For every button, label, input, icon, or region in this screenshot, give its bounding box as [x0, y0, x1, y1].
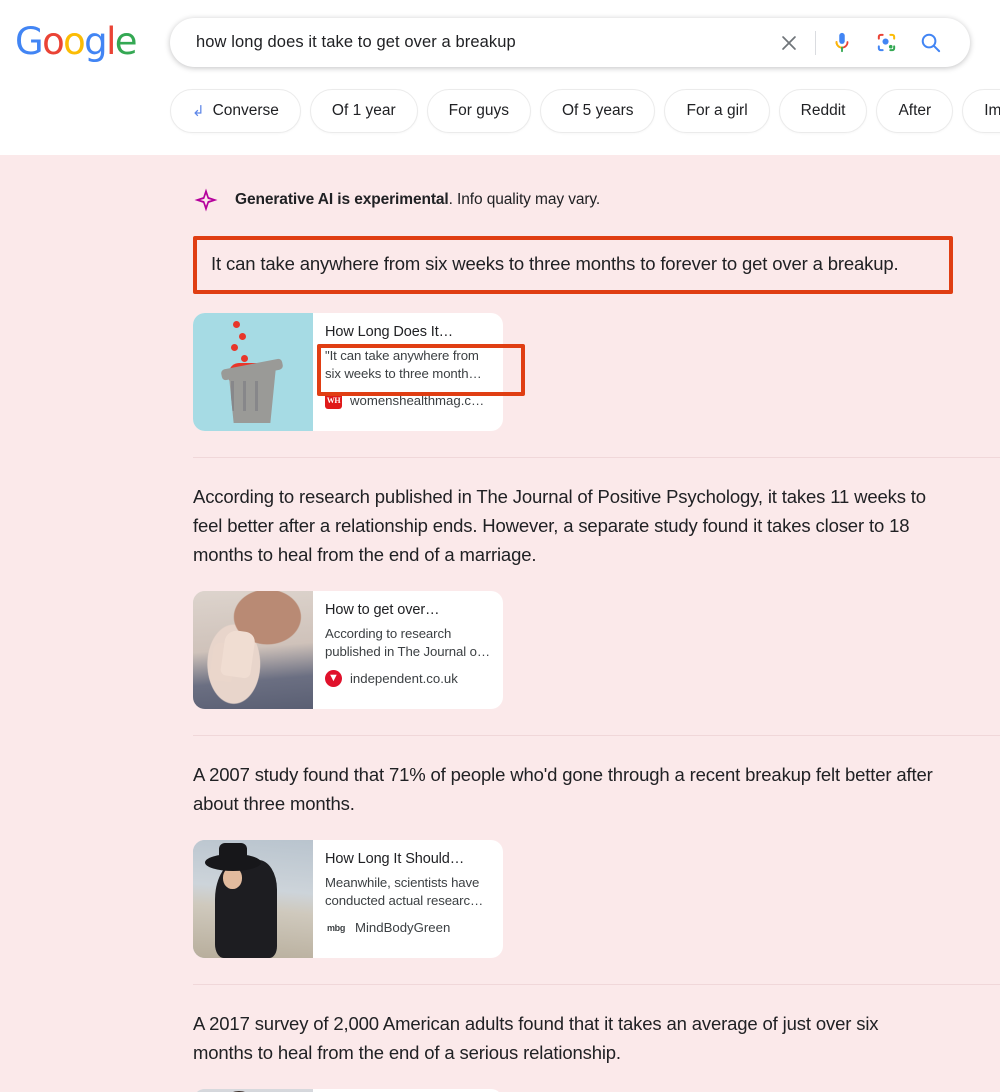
- ai-answer-text: It can take anywhere from six weeks to t…: [211, 253, 899, 274]
- card-thumbnail: [193, 591, 313, 709]
- chip-images[interactable]: Images: [962, 89, 1000, 133]
- chip-label: Reddit: [800, 102, 846, 119]
- ai-answer-annotation-box: It can take anywhere from six weeks to t…: [193, 236, 953, 294]
- ai-answer-wrapper: It can take anywhere from six weeks to t…: [193, 236, 953, 294]
- card-snippet: According to research published in The J…: [325, 626, 490, 659]
- arrow-turn-icon: ↲: [192, 102, 205, 120]
- chip-of-5-years[interactable]: Of 5 years: [539, 89, 656, 133]
- chip-for-a-girl[interactable]: For a girl: [664, 89, 770, 133]
- ai-overview-panel: Generative AI is experimental. Info qual…: [0, 155, 1000, 1092]
- search-header: Google how long does it take to get over…: [0, 0, 1000, 155]
- ai-paragraph: A 2007 study found that 71% of people wh…: [193, 764, 933, 814]
- card-body: How Long It Should… Meanwhile, scientist…: [313, 840, 503, 958]
- chip-label: Converse: [212, 102, 279, 119]
- chip-after[interactable]: After: [876, 89, 954, 133]
- ai-paragraph: A 2017 survey of 2,000 American adults f…: [193, 1013, 879, 1063]
- google-logo[interactable]: Google: [15, 23, 138, 60]
- card-source-label: womenshealthmag.c…: [350, 393, 485, 408]
- chip-label: Of 5 years: [561, 102, 634, 119]
- ai-disclaimer: Generative AI is experimental. Info qual…: [193, 187, 1000, 213]
- card-body: How Long Does It… "It can take anywhere …: [313, 313, 525, 431]
- chip-label: Of 1 year: [331, 102, 396, 119]
- chip-of-1-year[interactable]: Of 1 year: [309, 89, 418, 133]
- card-thumbnail: [193, 840, 313, 958]
- chip-converse[interactable]: ↲ Converse: [170, 89, 301, 133]
- card-body: How to get over… According to research p…: [313, 591, 503, 709]
- lens-icon[interactable]: [864, 21, 908, 65]
- card-source: WH womenshealthmag.c…: [325, 392, 491, 409]
- chip-label: For a girl: [686, 102, 748, 119]
- ai-disclaimer-text: Generative AI is experimental. Info qual…: [235, 191, 600, 209]
- source-card[interactable]: How Long It Should… Meanwhile, scientist…: [193, 840, 503, 958]
- chip-label: After: [898, 102, 932, 119]
- sparkle-icon: [194, 188, 218, 212]
- card-source-label: independent.co.uk: [350, 671, 458, 686]
- independent-favicon: ▼: [325, 670, 342, 687]
- section-divider: [193, 735, 1000, 736]
- search-input[interactable]: how long does it take to get over a brea…: [196, 33, 767, 52]
- card-snippet: Meanwhile, scientists have conducted act…: [325, 875, 484, 908]
- source-card[interactable]: How to get over… According to research p…: [193, 591, 503, 709]
- chip-label: For guys: [448, 102, 509, 119]
- chip-for-guys[interactable]: For guys: [426, 89, 531, 133]
- ai-paragraph: According to research published in The J…: [193, 486, 926, 565]
- card-title: How Long It Should…: [325, 851, 465, 867]
- card-source: mbg MindBodyGreen: [325, 919, 491, 936]
- chip-reddit[interactable]: Reddit: [778, 89, 868, 133]
- action-divider: [815, 30, 816, 55]
- search-submit-icon[interactable]: [908, 21, 952, 65]
- wh-favicon: WH: [325, 392, 342, 409]
- card-source-label: MindBodyGreen: [355, 920, 451, 935]
- related-search-chips: ↲ Converse Of 1 year For guys Of 5 years…: [170, 89, 1000, 133]
- card-title: How to get over…: [325, 602, 440, 618]
- section-divider: [193, 457, 1000, 458]
- ai-disclaimer-bold: Generative AI is experimental: [235, 191, 449, 208]
- search-actions: [767, 21, 952, 65]
- card-source: ▼ independent.co.uk: [325, 670, 491, 687]
- card-thumbnail: [193, 313, 313, 431]
- card-title: How Long Does It…: [325, 324, 454, 340]
- search-bar[interactable]: how long does it take to get over a brea…: [170, 18, 970, 67]
- card-snippet: "It can take anywhere from six weeks to …: [325, 348, 482, 381]
- chip-label: Images: [984, 102, 1000, 119]
- microphone-icon[interactable]: [820, 21, 864, 65]
- ai-disclaimer-rest: . Info quality may vary.: [448, 191, 601, 208]
- mbg-favicon: mbg: [326, 922, 346, 933]
- source-card[interactable]: How Long Does It… "It can take anywhere …: [193, 313, 525, 431]
- clear-icon[interactable]: [767, 21, 811, 65]
- section-divider: [193, 984, 1000, 985]
